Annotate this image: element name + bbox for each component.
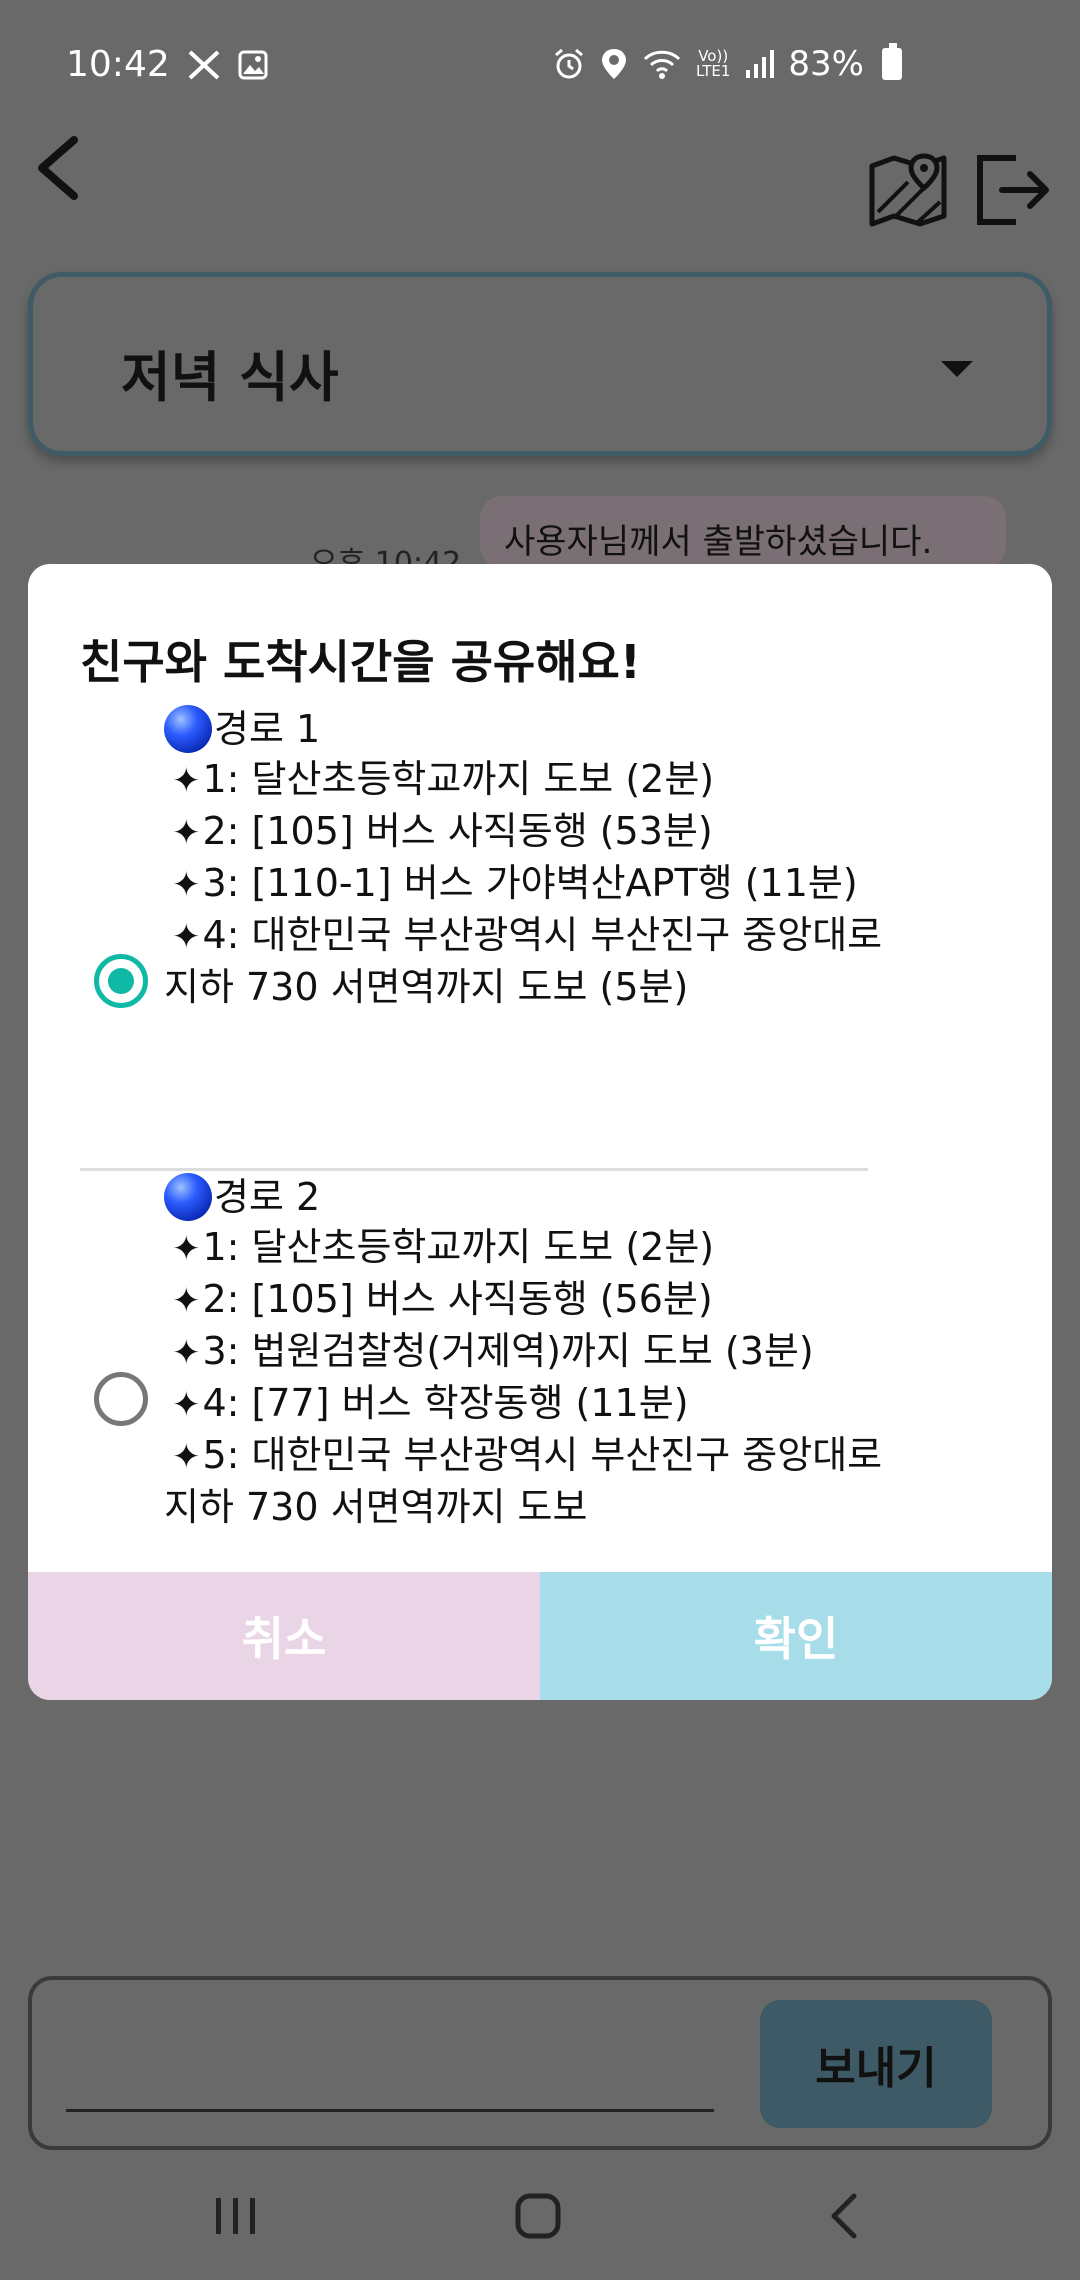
route-name-2: 경로 2 [214, 1175, 321, 1219]
status-left: 10:42 [66, 44, 268, 85]
volte-bottom: LTE1 [695, 62, 731, 80]
chevron-down-icon [941, 361, 973, 377]
route-step: ✦2: [105] 버스 사직동행 (56분) [172, 1277, 713, 1321]
route-step: ✦1: 달산초등학교까지 도보 (2분) [172, 757, 715, 801]
star-icon: ✦ [172, 865, 201, 905]
chat-message-text: 사용자님께서 출발하셨습니다. [504, 522, 933, 562]
dialog-title: 친구와 도착시간을 공유해요! [80, 635, 641, 689]
route-body-2: 경로 2 ✦1: 달산초등학교까지 도보 (2분) ✦2: [105] 버스 사… [164, 1172, 904, 1532]
status-right: Vo)) LTE1 83% [552, 43, 902, 84]
wifi-icon [643, 50, 680, 79]
recents-icon[interactable] [210, 2190, 262, 2242]
route-radio-2[interactable] [94, 1372, 148, 1426]
gallery-icon [238, 50, 268, 79]
route-step: ✦4: [77] 버스 학장동행 (11분) [172, 1381, 689, 1425]
blue-ball-icon [164, 705, 212, 753]
star-icon: ✦ [172, 813, 201, 853]
star-icon: ✦ [172, 1333, 201, 1373]
route-header-2: 경로 2 [164, 1172, 904, 1222]
route-share-dialog: 친구와 도착시간을 공유해요! 경로 1 ✦1: 달산초등학교까지 도보 (2분… [28, 564, 1052, 1700]
home-icon[interactable] [512, 2190, 564, 2242]
route-radio-1[interactable] [94, 954, 148, 1008]
star-icon: ✦ [172, 761, 201, 801]
location-icon [601, 49, 626, 79]
battery-icon [882, 43, 902, 80]
star-icon: ✦ [172, 1229, 201, 1269]
exit-icon[interactable] [972, 152, 1052, 228]
status-time: 10:42 [66, 44, 170, 85]
status-bar: 10:42 Vo)) LTE1 83% [0, 0, 1080, 130]
route-step: ✦1: 달산초등학교까지 도보 (2분) [172, 1225, 715, 1269]
star-icon: ✦ [172, 1385, 201, 1425]
route-list[interactable]: 경로 1 ✦1: 달산초등학교까지 도보 (2분) ✦2: [105] 버스 사… [28, 704, 1052, 1534]
route-step: ✦3: [110-1] 버스 가야벽산APT행 (11분) [172, 861, 858, 905]
route-step: ✦5: 대한민국 부산광역시 부산진구 중앙대로 지하 730 서면역까지 도보 [164, 1433, 895, 1529]
star-icon: ✦ [172, 917, 201, 957]
alarm-icon [554, 48, 583, 79]
volte-icon: Vo)) LTE1 [696, 49, 730, 79]
map-icon[interactable] [868, 152, 948, 228]
room-select-value: 저녁 식사 [121, 346, 339, 409]
x-logo-icon [188, 50, 220, 79]
route-divider [80, 1168, 868, 1171]
chat-message-bubble: 사용자님께서 출발하셨습니다. [480, 496, 1006, 568]
message-input[interactable] [66, 2040, 714, 2112]
back-icon[interactable] [820, 2190, 872, 2242]
battery-percent: 83% [788, 44, 864, 84]
confirm-button[interactable]: 확인 [540, 1572, 1052, 1700]
route-step: ✦3: 법원검찰청(거제역)까지 도보 (3분) [172, 1329, 814, 1373]
route-name-1: 경로 1 [214, 707, 321, 751]
route-step: ✦2: [105] 버스 사직동행 (53분) [172, 809, 713, 853]
blue-ball-icon [164, 1173, 212, 1221]
send-button[interactable]: 보내기 [760, 2000, 992, 2128]
route-step: ✦4: 대한민국 부산광역시 부산진구 중앙대로 지하 730 서면역까지 도보… [164, 913, 895, 1009]
star-icon: ✦ [172, 1281, 201, 1321]
room-select-dropdown[interactable]: 저녁 식사 [28, 272, 1052, 456]
route-header-1: 경로 1 [164, 704, 904, 754]
route-body-1: 경로 1 ✦1: 달산초등학교까지 도보 (2분) ✦2: [105] 버스 사… [164, 704, 904, 1012]
star-icon: ✦ [172, 1437, 201, 1477]
cancel-button[interactable]: 취소 [28, 1572, 540, 1700]
back-arrow-icon[interactable] [28, 128, 92, 208]
signal-icon [746, 50, 775, 78]
